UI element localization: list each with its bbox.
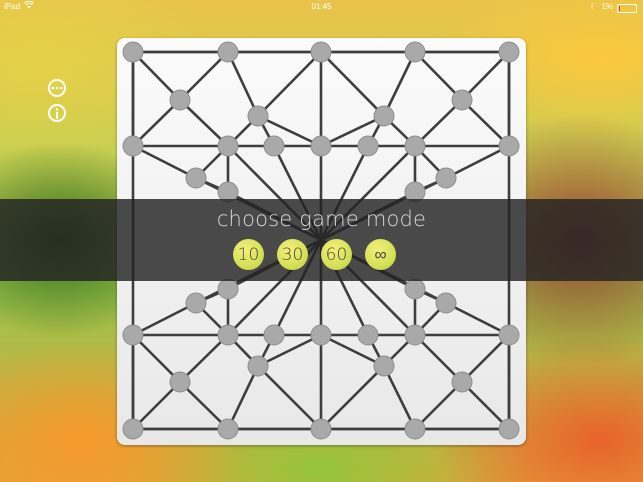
- board-edge: [257, 365, 322, 430]
- board-node[interactable]: [169, 89, 191, 111]
- board-edge: [382, 365, 417, 430]
- board-node[interactable]: [451, 371, 473, 393]
- moon-icon: ☾: [590, 2, 598, 11]
- board-node[interactable]: [169, 371, 191, 393]
- board-edge: [132, 144, 197, 180]
- board-node[interactable]: [263, 324, 285, 346]
- board-node[interactable]: [404, 135, 426, 157]
- mode-button-30[interactable]: 30: [277, 239, 308, 270]
- board-edge: [445, 144, 510, 180]
- mode-button-10[interactable]: 10: [233, 239, 264, 270]
- board-node[interactable]: [310, 324, 332, 346]
- board-node[interactable]: [451, 89, 473, 111]
- board-node[interactable]: [122, 135, 144, 157]
- board-edge: [257, 51, 322, 117]
- board-node[interactable]: [404, 41, 426, 63]
- board-node[interactable]: [247, 355, 269, 377]
- mode-button-infinity[interactable]: ∞: [365, 239, 396, 270]
- board-node[interactable]: [435, 167, 457, 189]
- board-node[interactable]: [435, 292, 457, 314]
- board-node[interactable]: [357, 135, 379, 157]
- board-edge: [445, 301, 510, 337]
- more-icon[interactable]: [48, 79, 66, 97]
- board-node[interactable]: [310, 418, 332, 440]
- board-node[interactable]: [404, 278, 426, 300]
- game-mode-title: choose game mode: [216, 207, 427, 231]
- board-node[interactable]: [498, 135, 520, 157]
- board-node[interactable]: [404, 418, 426, 440]
- board-edge: [226, 51, 260, 117]
- board-node[interactable]: [357, 324, 379, 346]
- board-edge: [320, 51, 385, 117]
- mode-button-60[interactable]: 60: [321, 239, 352, 270]
- status-bar: iPad 01:45 ☾ 1%: [0, 0, 643, 14]
- board-node[interactable]: [310, 135, 332, 157]
- board-node[interactable]: [498, 41, 520, 63]
- board-node[interactable]: [185, 292, 207, 314]
- mode-button-group: 10 30 60 ∞: [0, 239, 636, 270]
- board-node[interactable]: [310, 41, 332, 63]
- board-edge: [382, 51, 417, 117]
- board-node[interactable]: [498, 324, 520, 346]
- board-node[interactable]: [217, 135, 239, 157]
- board-node[interactable]: [217, 418, 239, 440]
- board-node[interactable]: [217, 324, 239, 346]
- board-node[interactable]: [247, 105, 269, 127]
- board-node[interactable]: [373, 355, 395, 377]
- board-node[interactable]: [122, 41, 144, 63]
- battery-fill: [619, 6, 620, 11]
- info-icon[interactable]: [48, 104, 66, 122]
- status-right: ☾ 1%: [590, 0, 637, 14]
- board-node[interactable]: [185, 167, 207, 189]
- battery-icon: [617, 4, 637, 13]
- board-node[interactable]: [263, 135, 285, 157]
- board-node[interactable]: [404, 324, 426, 346]
- board-node[interactable]: [373, 105, 395, 127]
- board-node[interactable]: [122, 324, 144, 346]
- board-node[interactable]: [498, 418, 520, 440]
- game-mode-overlay: choose game mode 10 30 60 ∞: [0, 199, 643, 281]
- board-edge: [132, 301, 197, 337]
- board-node[interactable]: [122, 418, 144, 440]
- status-time: 01:45: [311, 2, 332, 11]
- battery-percent: 1%: [601, 2, 613, 11]
- board-node[interactable]: [217, 278, 239, 300]
- board-edge: [320, 365, 385, 430]
- board-node[interactable]: [217, 41, 239, 63]
